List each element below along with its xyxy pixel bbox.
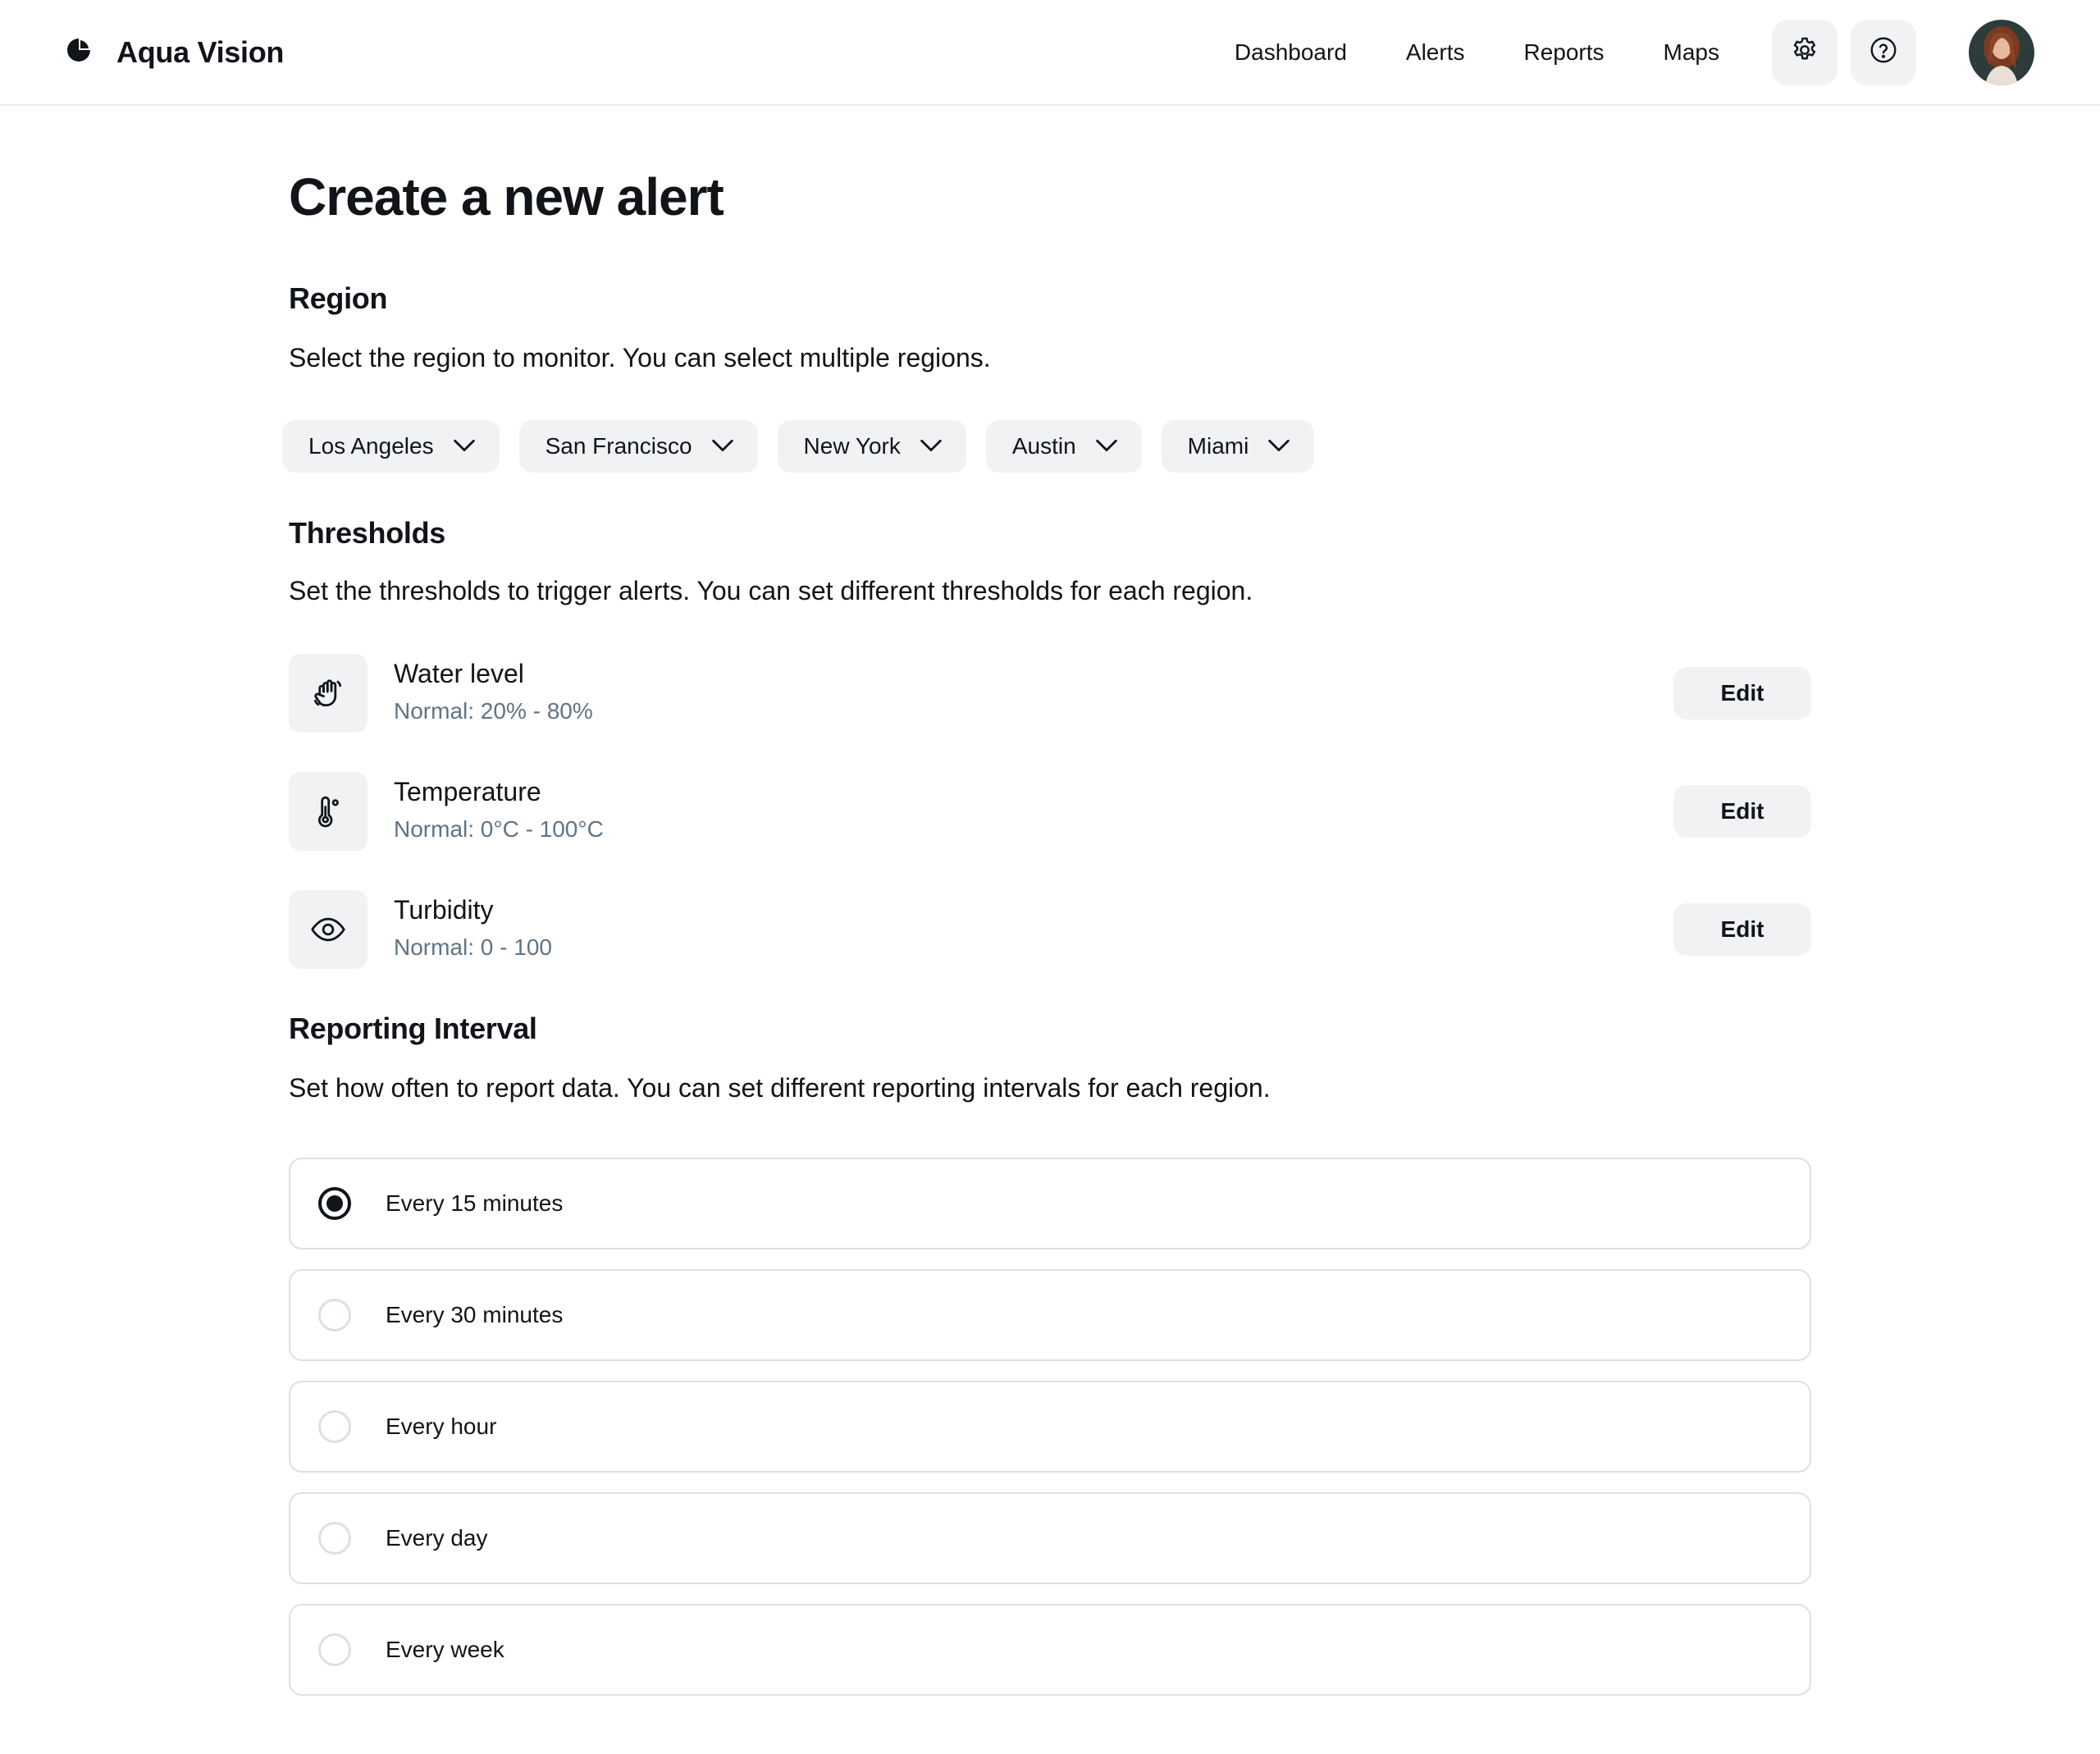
gear-icon bbox=[1790, 35, 1819, 69]
region-chip-austin[interactable]: Austin bbox=[985, 420, 1142, 473]
region-section-title: Region bbox=[289, 281, 388, 315]
thresholds-description: Set the thresholds to trigger alerts. Yo… bbox=[289, 576, 1253, 605]
chevron-down-icon bbox=[901, 428, 945, 465]
chip-label: Austin bbox=[1011, 433, 1076, 459]
radio-button[interactable] bbox=[318, 1522, 351, 1555]
threshold-name: Turbidity bbox=[394, 895, 494, 925]
option-label: Every week bbox=[386, 1637, 504, 1662]
nav-link-maps[interactable]: Maps bbox=[1664, 39, 1719, 66]
thresholds-section-title: Thresholds bbox=[289, 516, 446, 550]
chip-label: San Francisco bbox=[545, 433, 692, 459]
nav-link-reports[interactable]: Reports bbox=[1523, 39, 1604, 66]
option-label: Every hour bbox=[386, 1414, 497, 1439]
edit-temperature-button[interactable]: Edit bbox=[1673, 785, 1811, 838]
thermometer-icon bbox=[289, 772, 368, 851]
option-label: Every 15 minutes bbox=[386, 1190, 564, 1216]
option-label: Every 30 minutes bbox=[386, 1302, 564, 1327]
region-chip-miami[interactable]: Miami bbox=[1161, 420, 1315, 473]
region-chips: Los Angeles San Francisco New York Austi… bbox=[282, 420, 1315, 473]
region-chip-san-francisco[interactable]: San Francisco bbox=[518, 420, 758, 473]
reporting-description: Set how often to report data. You can se… bbox=[289, 1073, 1271, 1103]
threshold-name: Temperature bbox=[394, 777, 541, 806]
brand[interactable]: Aqua Vision bbox=[66, 35, 284, 70]
chevron-down-icon bbox=[1249, 428, 1293, 465]
radio-button[interactable] bbox=[318, 1410, 351, 1443]
radio-button[interactable] bbox=[318, 1299, 351, 1331]
eye-icon bbox=[289, 890, 368, 969]
edit-water-level-button[interactable]: Edit bbox=[1673, 667, 1811, 719]
aqua-vision-logo-icon bbox=[66, 37, 92, 67]
threshold-name: Water level bbox=[394, 659, 524, 688]
interval-option-week[interactable]: Every week bbox=[289, 1604, 1811, 1696]
threshold-row-water-level: Water level Normal: 20% - 80% Edit bbox=[289, 654, 1811, 733]
hand-wave-icon bbox=[289, 654, 368, 733]
region-description: Select the region to monitor. You can se… bbox=[289, 343, 991, 372]
main-nav: Dashboard Alerts Reports Maps bbox=[1235, 19, 2034, 85]
chevron-down-icon bbox=[434, 428, 478, 465]
radio-button[interactable] bbox=[318, 1633, 351, 1666]
interval-option-day[interactable]: Every day bbox=[289, 1492, 1811, 1584]
help-button[interactable] bbox=[1851, 19, 1916, 85]
threshold-row-turbidity: Turbidity Normal: 0 - 100 Edit bbox=[289, 890, 1811, 969]
page-title: Create a new alert bbox=[289, 167, 724, 226]
edit-turbidity-button[interactable]: Edit bbox=[1673, 903, 1811, 956]
nav-link-dashboard[interactable]: Dashboard bbox=[1235, 39, 1347, 66]
interval-option-30-minutes[interactable]: Every 30 minutes bbox=[289, 1269, 1811, 1361]
question-circle-icon bbox=[1869, 35, 1898, 69]
radio-button[interactable] bbox=[318, 1187, 351, 1220]
option-label: Every day bbox=[386, 1525, 488, 1551]
threshold-normal-range: Normal: 0°C - 100°C bbox=[394, 816, 604, 842]
avatar[interactable] bbox=[1969, 19, 2034, 85]
interval-option-15-minutes[interactable]: Every 15 minutes bbox=[289, 1158, 1811, 1249]
chip-label: Miami bbox=[1187, 433, 1249, 459]
settings-button[interactable] bbox=[1772, 19, 1838, 85]
nav-link-alerts[interactable]: Alerts bbox=[1406, 39, 1465, 66]
threshold-normal-range: Normal: 20% - 80% bbox=[394, 698, 593, 724]
chip-label: Los Angeles bbox=[308, 433, 434, 459]
reporting-section-title: Reporting Interval bbox=[289, 1012, 537, 1045]
app-name: Aqua Vision bbox=[116, 34, 285, 69]
threshold-row-temperature: Temperature Normal: 0°C - 100°C Edit bbox=[289, 772, 1811, 851]
chevron-down-icon bbox=[1076, 428, 1121, 465]
chevron-down-icon bbox=[692, 428, 737, 465]
region-chip-new-york[interactable]: New York bbox=[777, 420, 966, 473]
region-chip-los-angeles[interactable]: Los Angeles bbox=[282, 420, 500, 473]
top-header: Aqua Vision Dashboard Alerts Reports Map… bbox=[0, 0, 2100, 106]
threshold-normal-range: Normal: 0 - 100 bbox=[394, 934, 552, 960]
interval-option-hour[interactable]: Every hour bbox=[289, 1381, 1811, 1473]
chip-label: New York bbox=[803, 433, 901, 459]
